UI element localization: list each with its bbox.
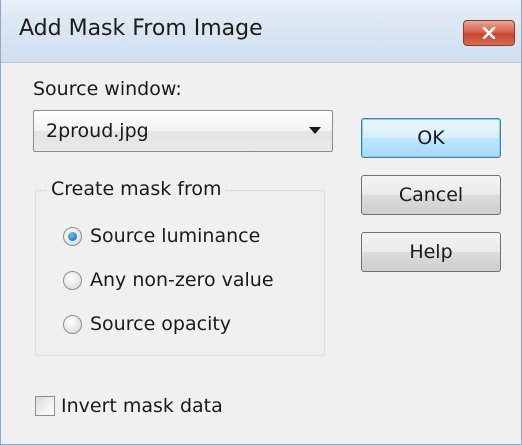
invert-mask-label: Invert mask data — [61, 395, 223, 417]
radio-label: Source luminance — [90, 225, 261, 247]
ok-button[interactable]: OK — [361, 118, 501, 158]
radio-label: Any non-zero value — [90, 269, 274, 291]
radio-button[interactable] — [63, 314, 82, 334]
radio-label: Source opacity — [90, 313, 232, 335]
source-window-value: 2proud.jpg — [46, 120, 149, 142]
create-mask-legend: Create mask from — [47, 178, 226, 200]
radio-any-non-zero[interactable]: Any non-zero value — [63, 266, 274, 294]
radio-button[interactable] — [63, 270, 82, 290]
close-x-icon — [482, 27, 496, 39]
radio-source-luminance[interactable]: Source luminance — [63, 222, 260, 250]
dialog-title: Add Mask From Image — [19, 16, 263, 41]
radio-source-opacity[interactable]: Source opacity — [63, 310, 231, 338]
cancel-button[interactable]: Cancel — [361, 175, 501, 215]
chevron-down-icon — [309, 127, 321, 134]
add-mask-dialog: Add Mask From Image Source window: 2prou… — [0, 0, 522, 445]
radio-button[interactable] — [63, 226, 82, 246]
help-button[interactable]: Help — [361, 232, 501, 272]
invert-mask-checkbox[interactable] — [35, 396, 55, 416]
close-button[interactable] — [463, 20, 515, 46]
source-window-dropdown[interactable]: 2proud.jpg — [33, 110, 333, 152]
source-window-label: Source window: — [33, 78, 182, 100]
invert-mask-checkbox-row[interactable]: Invert mask data — [35, 392, 223, 420]
title-bar[interactable]: Add Mask From Image — [1, 0, 521, 63]
